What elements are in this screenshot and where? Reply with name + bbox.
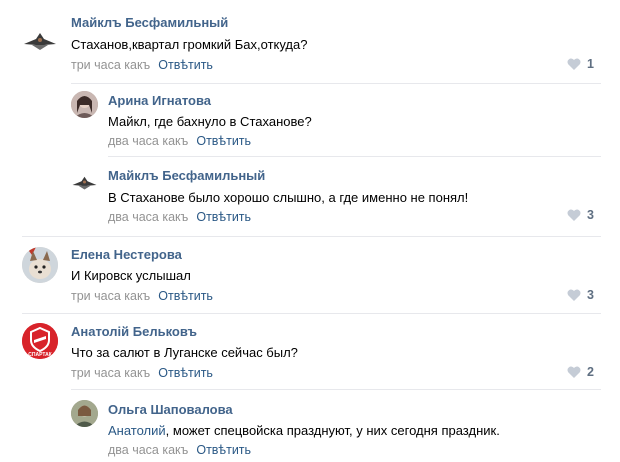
comment: Майклъ Бесфамильный Стаханов,квартал гро… xyxy=(0,0,620,85)
like-button[interactable]: 3 xyxy=(567,208,594,222)
comment-meta: три часа какъ Отвѣтить xyxy=(71,289,213,303)
heart-icon xyxy=(567,58,581,70)
comment: Елена Нестерова И Кировск услышал три ча… xyxy=(0,238,620,314)
like-count: 3 xyxy=(587,208,594,222)
comment-meta: два часа какъ Отвѣтить xyxy=(108,134,251,148)
avatar[interactable] xyxy=(22,247,58,283)
like-button[interactable]: 1 xyxy=(567,57,594,71)
comment-reply: Ольга Шаповалова Анатолий, может спецвой… xyxy=(0,392,620,462)
comment-text: В Стаханове было хорошо слышно, а где им… xyxy=(108,190,469,205)
dog-photo-avatar xyxy=(22,247,58,283)
divider xyxy=(22,236,601,237)
spartak-logo-text: СПАРТАК xyxy=(28,352,52,358)
comment-text: Анатолий, может спецвойска празднуют, у … xyxy=(108,423,500,438)
divider xyxy=(71,389,601,390)
like-button[interactable]: 2 xyxy=(567,365,594,379)
heart-icon xyxy=(567,366,581,378)
divider xyxy=(71,83,601,84)
comment-time[interactable]: два часа какъ xyxy=(108,210,188,224)
reply-link[interactable]: Отвѣтить xyxy=(196,210,251,224)
comment-author[interactable]: Майклъ Бесфамильный xyxy=(108,168,265,183)
like-count: 2 xyxy=(587,365,594,379)
divider xyxy=(22,313,601,314)
plane-icon xyxy=(24,33,56,50)
avatar[interactable] xyxy=(71,400,98,427)
comment-text: Майкл, где бахнуло в Стаханове? xyxy=(108,114,312,129)
comment-author[interactable]: Анатолій Бельковъ xyxy=(71,324,197,339)
divider xyxy=(108,156,601,157)
photo-avatar xyxy=(71,400,98,427)
photo-avatar xyxy=(71,91,98,118)
like-count: 3 xyxy=(587,288,594,302)
like-count: 1 xyxy=(587,57,594,71)
comment-time[interactable]: три часа какъ xyxy=(71,366,150,380)
comment-meta: три часа какъ Отвѣтить xyxy=(71,58,213,72)
heart-icon xyxy=(567,289,581,301)
comment-text-body: , может спецвойска празднуют, у них сего… xyxy=(165,423,500,438)
avatar[interactable] xyxy=(71,91,98,118)
comment: СПАРТАК Анатолій Бельковъ Что за салют в… xyxy=(0,315,620,393)
comment-reply: Арина Игнатова Майкл, где бахнуло в Стах… xyxy=(0,86,620,156)
comment-author[interactable]: Майклъ Бесфамильный xyxy=(71,15,228,30)
comment-reply: Майклъ Бесфамильный В Стаханове было хор… xyxy=(0,160,620,235)
comment-meta: три часа какъ Отвѣтить xyxy=(71,366,213,380)
comment-author[interactable]: Арина Игнатова xyxy=(108,93,211,108)
comment-meta: два часа какъ Отвѣтить xyxy=(108,210,251,224)
heart-icon xyxy=(567,209,581,221)
comment-text: Стаханов,квартал громкий Бах,откуда? xyxy=(71,37,308,52)
reply-link[interactable]: Отвѣтить xyxy=(158,289,213,303)
comment-author[interactable]: Ольга Шаповалова xyxy=(108,402,233,417)
avatar[interactable] xyxy=(22,24,58,60)
comment-time[interactable]: три часа какъ xyxy=(71,58,150,72)
comment-text: И Кировск услышал xyxy=(71,268,191,283)
plane-icon xyxy=(72,176,97,190)
reply-link[interactable]: Отвѣтить xyxy=(196,134,251,148)
mention-link[interactable]: Анатолий xyxy=(108,423,166,438)
avatar[interactable] xyxy=(71,170,98,197)
reply-link[interactable]: Отвѣтить xyxy=(158,58,213,72)
reply-link[interactable]: Отвѣтить xyxy=(158,366,213,380)
spartak-logo: СПАРТАК xyxy=(22,323,58,359)
comment-meta: два часа какъ Отвѣтить xyxy=(108,443,251,457)
comment-time[interactable]: два часа какъ xyxy=(108,443,188,457)
reply-link[interactable]: Отвѣтить xyxy=(196,443,251,457)
like-button[interactable]: 3 xyxy=(567,288,594,302)
comment-text: Что за салют в Луганске сейчас был? xyxy=(71,345,298,360)
avatar[interactable]: СПАРТАК xyxy=(22,323,58,359)
comment-time[interactable]: два часа какъ xyxy=(108,134,188,148)
comment-time[interactable]: три часа какъ xyxy=(71,289,150,303)
comment-author[interactable]: Елена Нестерова xyxy=(71,247,182,262)
